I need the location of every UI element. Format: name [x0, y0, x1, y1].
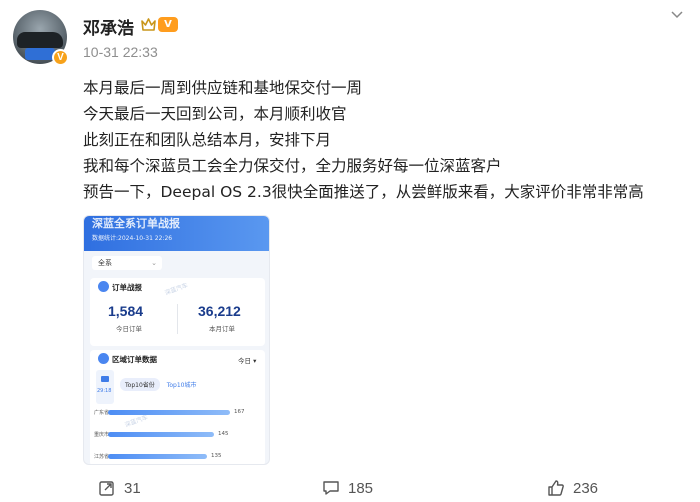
camera-icon	[101, 376, 109, 382]
region-bar-value: 135	[211, 453, 222, 459]
post-line: 今天最后一天回到公司，本月顺利收官	[83, 105, 347, 123]
chevron-down-icon: ⌄	[151, 259, 157, 267]
region-tabs: Top10省份 Top10城市	[120, 378, 201, 391]
post-content: 本月最后一周到供应链和基地保交付一周 今天最后一天回到公司，本月顺利收官 此刻正…	[83, 75, 693, 205]
avatar-plate-shape	[25, 48, 55, 60]
orders-card-title: 订单战报	[112, 283, 142, 292]
region-bar	[108, 410, 230, 415]
region-bar	[108, 432, 214, 437]
post-line: 预告一下，Deepal OS 2.3很快全面推送了，从尝鲜版来看，大家评价非常非…	[83, 183, 644, 201]
post-image[interactable]: 深蓝全系订单战报 数据统计:2024-10-31 22:26 全系 ⌄ 订单战报…	[83, 215, 270, 465]
repost-count: 31	[124, 479, 141, 497]
orders-icon	[98, 281, 109, 292]
post-line: 此刻正在和团队总结本月，安排下月	[83, 131, 332, 149]
region-card-title: 区域订单数据	[112, 355, 157, 364]
comment-icon	[323, 481, 339, 495]
post-line: 本月最后一周到供应链和基地保交付一周	[83, 79, 363, 97]
region-icon	[98, 353, 109, 364]
comment-button[interactable]: 185	[322, 478, 373, 498]
tab-top10-cities: Top10城市	[166, 382, 197, 389]
series-filter: 全系 ⌄	[92, 256, 162, 270]
series-filter-value: 全系	[98, 259, 112, 267]
action-bar: 31 185 236	[0, 478, 700, 498]
region-bar-value: 145	[218, 431, 229, 437]
post-line: 我和每个深蓝员工会全力保交付，全力服务好每一位深蓝客户	[83, 157, 502, 175]
today-orders-label: 今日订单	[116, 325, 142, 333]
region-bar-label: 广东省	[94, 410, 110, 416]
image-header: 深蓝全系订单战报 数据统计:2024-10-31 22:26	[84, 216, 269, 251]
avatar-car-shape	[17, 32, 63, 48]
post-timestamp[interactable]: 10-31 22:33	[83, 44, 158, 60]
username[interactable]: 邓承浩	[83, 14, 134, 39]
region-card: 区域订单数据 今日 ▾ 29:18 Top10省份 Top10城市 广东省 167…	[90, 350, 265, 464]
month-orders-label: 本月订单	[209, 325, 235, 333]
video-time: 29:18	[97, 388, 112, 394]
more-icon[interactable]	[668, 6, 686, 24]
like-button[interactable]: 236	[547, 478, 598, 498]
region-bar-label: 江苏省	[94, 454, 110, 460]
region-bar-value: 167	[234, 409, 245, 415]
like-icon	[548, 480, 564, 496]
image-subtitle: 数据统计:2024-10-31 22:26	[92, 235, 173, 242]
month-orders-value: 36,212	[198, 303, 241, 319]
video-overlay: 29:18	[96, 370, 114, 404]
like-count: 236	[573, 479, 599, 497]
vip-badge: V	[158, 17, 178, 32]
repost-icon	[99, 481, 114, 496]
divider	[177, 304, 178, 334]
image-title: 深蓝全系订单战报	[92, 217, 180, 230]
repost-button[interactable]: 31	[98, 478, 141, 498]
verified-badge: V	[52, 49, 69, 66]
tab-top10-provinces: Top10省份	[120, 378, 160, 391]
comment-count: 185	[348, 479, 374, 497]
today-orders-value: 1,584	[108, 303, 144, 319]
region-bar	[108, 454, 207, 459]
crown-icon	[141, 18, 156, 31]
region-bar-label: 重庆市	[94, 432, 110, 438]
period-selector: 今日 ▾	[238, 357, 257, 365]
